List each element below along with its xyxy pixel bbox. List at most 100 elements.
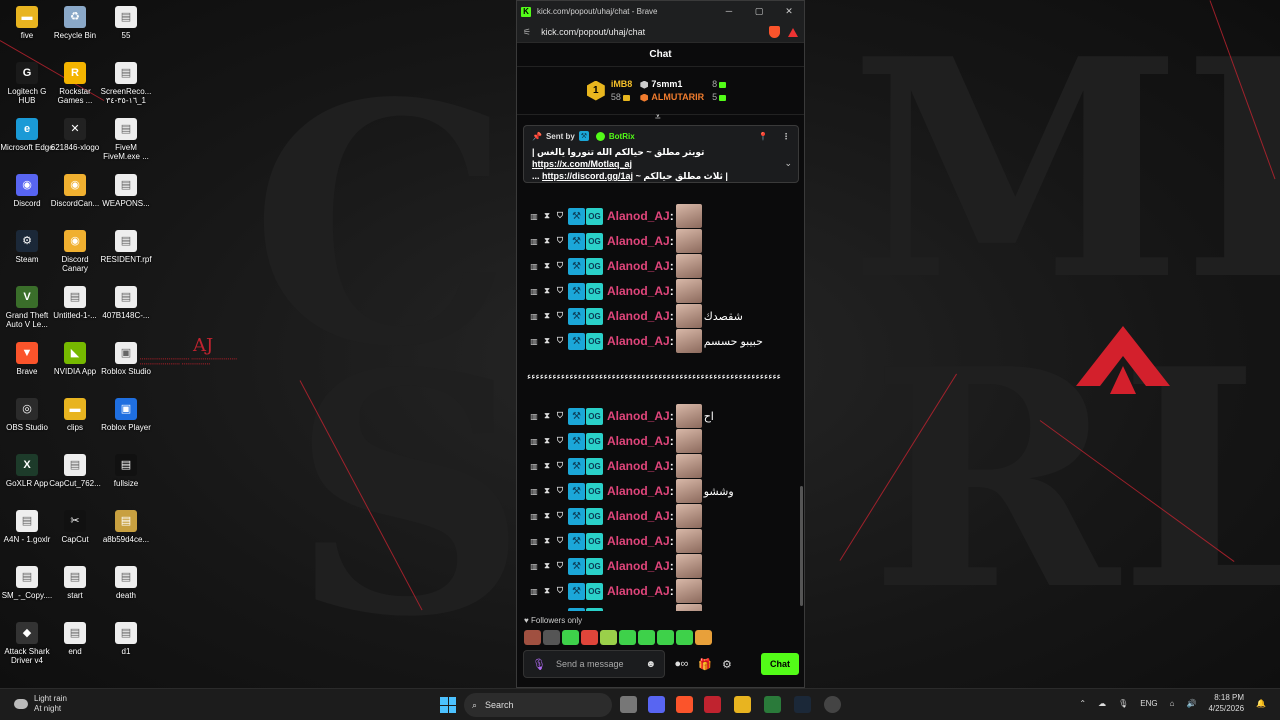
- emote-button[interactable]: [676, 630, 693, 645]
- desktop-icon[interactable]: ▤ 55: [99, 6, 153, 40]
- desktop-icon[interactable]: ✕ 621846-xlogo: [48, 118, 102, 152]
- desktop-icon[interactable]: ▤ fullsize: [99, 454, 153, 488]
- more-options-icon[interactable]: ⋮: [782, 132, 790, 141]
- chat-username[interactable]: Alanod_AJ: [607, 459, 670, 473]
- chat-scrollbar[interactable]: [800, 486, 803, 606]
- chevron-up-icon[interactable]: ⌃: [1079, 699, 1086, 708]
- cloud-icon[interactable]: ☁: [1098, 699, 1106, 708]
- microphone-icon[interactable]: 🎙: [532, 658, 546, 671]
- chat-username[interactable]: Alanod_AJ: [607, 334, 670, 348]
- scroll-to-bottom-icon[interactable]: ⩡: [655, 112, 661, 123]
- chat-messages[interactable]: ▥ ⧗ ⛉ ⚒ OG Alanod_AJ: ▥ ⧗ ⛉ ⚒ OG Alanod_AJ: ▥ ⧗ ⛉ ⚒ OG Al…: [517, 116, 804, 611]
- goxlr-taskbar-icon[interactable]: [764, 696, 781, 713]
- file-explorer-taskbar-icon[interactable]: [734, 696, 751, 713]
- chat-message[interactable]: ▥⧗⛉⚒OGAlanod_AJ:: [529, 429, 704, 453]
- chat-username[interactable]: Alanod_AJ: [607, 409, 670, 423]
- taskbar-search[interactable]: ⌕ Search: [464, 693, 612, 717]
- desktop-icon[interactable]: ✂ CapCut: [48, 510, 102, 544]
- desktop-icon[interactable]: ▤ SM_-_Copy....: [0, 566, 54, 600]
- clock[interactable]: 8:18 PM 4/25/2026: [1208, 692, 1244, 714]
- app-a-taskbar-icon[interactable]: [704, 696, 721, 713]
- language-indicator[interactable]: ENG: [1140, 699, 1157, 708]
- emote-button[interactable]: [543, 630, 560, 645]
- chat-message[interactable]: ▥ ⧗ ⛉ ⚒ OG Alanod_AJ: وششو: [529, 479, 734, 503]
- desktop-icon[interactable]: ♻ Recycle Bin: [48, 6, 102, 40]
- emote-button[interactable]: [657, 630, 674, 645]
- desktop-icon[interactable]: ▤ A4N - 1.goxlr: [0, 510, 54, 544]
- desktop-icon[interactable]: ▬ clips: [48, 398, 102, 432]
- desktop-icon[interactable]: ⚙ Steam: [0, 230, 54, 264]
- chat-message[interactable]: ▥⧗⛉⚒OGAlanod_AJ:: [529, 529, 704, 553]
- chat-message[interactable]: ▥ ⧗ ⛉ ⚒ OG Alanod_AJ: اح: [529, 404, 714, 428]
- volume-icon[interactable]: 🔊: [1186, 699, 1196, 708]
- desktop-icon[interactable]: G Logitech G HUB: [0, 62, 54, 105]
- chat-username[interactable]: Alanod_AJ: [607, 259, 670, 273]
- microphone-tray-icon[interactable]: 🎙: [1118, 699, 1128, 708]
- weather-widget[interactable]: Light rain At night: [14, 694, 67, 714]
- desktop-icon[interactable]: ▤ WEAPONS...: [99, 174, 153, 208]
- gift-leaderboard[interactable]: 1 iMB8 58 7smm1 ALMUTARIR 8 5: [517, 67, 804, 115]
- gift-box-icon[interactable]: 🎁: [698, 658, 712, 671]
- chat-message[interactable]: ▥ ⧗ ⛉ ⚒ OG Alanod_AJ: شقصدك: [529, 304, 743, 328]
- chat-username[interactable]: Alanod_AJ: [607, 484, 670, 498]
- brave-shields-icon[interactable]: [769, 26, 780, 38]
- desktop-icon[interactable]: ▤ end: [48, 622, 102, 656]
- chat-message[interactable]: ▥⧗⛉⚒OGAlanod_AJ:: [529, 579, 704, 603]
- unpin-icon[interactable]: 📍: [758, 132, 768, 141]
- send-chat-button[interactable]: Chat: [761, 653, 799, 675]
- gear-icon[interactable]: ⚙: [722, 658, 732, 671]
- close-button[interactable]: ✕: [774, 6, 804, 17]
- chat-username[interactable]: Alanod_AJ: [607, 234, 670, 248]
- kicks-icon[interactable]: ⦁∞: [675, 658, 688, 671]
- emote-button[interactable]: [695, 630, 712, 645]
- desktop-icon[interactable]: ▤ CapCut_762...: [48, 454, 102, 488]
- desktop-icon[interactable]: ▣ Roblox Studio: [99, 342, 153, 376]
- desktop-icon[interactable]: ◎ OBS Studio: [0, 398, 54, 432]
- emoji-icon[interactable]: ☻: [645, 659, 656, 670]
- brave-rewards-icon[interactable]: [788, 27, 798, 37]
- chat-message[interactable]: ▥⧗⛉⚒OGAlanod_AJ:: [529, 604, 704, 611]
- url-text[interactable]: kick.com/popout/uhaj/chat: [541, 27, 769, 37]
- emote-button[interactable]: [619, 630, 636, 645]
- message-input[interactable]: 🎙 Send a message ☻: [523, 650, 665, 678]
- emote-button[interactable]: [581, 630, 598, 645]
- chat-username[interactable]: Alanod_AJ: [607, 434, 670, 448]
- desktop-icon[interactable]: ▬ five: [0, 6, 54, 40]
- chat-message[interactable]: ▥⧗⛉⚒OGAlanod_AJ:: [529, 454, 704, 478]
- desktop-icon[interactable]: ▤ FiveM FiveM.exe ...: [99, 118, 153, 161]
- desktop-icon[interactable]: V Grand Theft Auto V Le...: [0, 286, 54, 329]
- desktop-icon[interactable]: ▤ death: [99, 566, 153, 600]
- emote-button[interactable]: [600, 630, 617, 645]
- emote-button[interactable]: [562, 630, 579, 645]
- chat-username[interactable]: Alanod_AJ: [607, 509, 670, 523]
- desktop-icon[interactable]: ▤ a8b59d4ce...: [99, 510, 153, 544]
- discord-taskbar-icon[interactable]: [648, 696, 665, 713]
- desktop-icon[interactable]: ◉ Discord: [0, 174, 54, 208]
- desktop-icon[interactable]: ▣ Roblox Player: [99, 398, 153, 432]
- chat-username[interactable]: Alanod_AJ: [607, 609, 670, 611]
- pinned-message[interactable]: 📌 Sent by ⚒ BotRix 📍 ⋮ تويتر مطلق ~ حيال…: [523, 125, 799, 183]
- chat-message[interactable]: ▥⧗⛉⚒OGAlanod_AJ:: [529, 204, 704, 228]
- chat-username[interactable]: Alanod_AJ: [607, 284, 670, 298]
- chat-username[interactable]: Alanod_AJ: [607, 209, 670, 223]
- desktop-icon[interactable]: ▤ Untitled-1-...: [48, 286, 102, 320]
- desktop-icon[interactable]: ◉ DiscordCan...: [48, 174, 102, 208]
- emote-button[interactable]: [524, 630, 541, 645]
- desktop-icon[interactable]: R Rockstar Games ...: [48, 62, 102, 105]
- desktop-icon[interactable]: ◆ Attack Shark Driver v4: [0, 622, 54, 665]
- desktop-icon[interactable]: ▼ Brave: [0, 342, 54, 376]
- steam-taskbar-icon[interactable]: [794, 696, 811, 713]
- desktop-icon[interactable]: e Microsoft Edge: [0, 118, 54, 152]
- pinned-link-twitter[interactable]: https://x.com/Motlaq_aj: [532, 159, 632, 169]
- chat-message[interactable]: ▥⧗⛉⚒OGAlanod_AJ:: [529, 279, 704, 303]
- chat-message[interactable]: ▥⧗⛉⚒OGAlanod_AJ:: [529, 254, 704, 278]
- desktop-icon[interactable]: ▤ ScreenReco... ١٦-٣٥-٣٤_1: [99, 62, 153, 105]
- brave-taskbar-icon[interactable]: [676, 696, 693, 713]
- desktop-icon[interactable]: ▤ RESIDENT.rpf: [99, 230, 153, 264]
- desktop-icon[interactable]: X GoXLR App: [0, 454, 54, 488]
- site-settings-icon[interactable]: ⚟: [523, 27, 531, 38]
- chat-message[interactable]: ▥⧗⛉⚒OGAlanod_AJ:: [529, 229, 704, 253]
- chat-username[interactable]: Alanod_AJ: [607, 559, 670, 573]
- browser-window[interactable]: K kick.com/popout/uhaj/chat - Brave ─ ▢ …: [516, 0, 805, 688]
- browser-titlebar[interactable]: K kick.com/popout/uhaj/chat - Brave ─ ▢ …: [517, 1, 804, 22]
